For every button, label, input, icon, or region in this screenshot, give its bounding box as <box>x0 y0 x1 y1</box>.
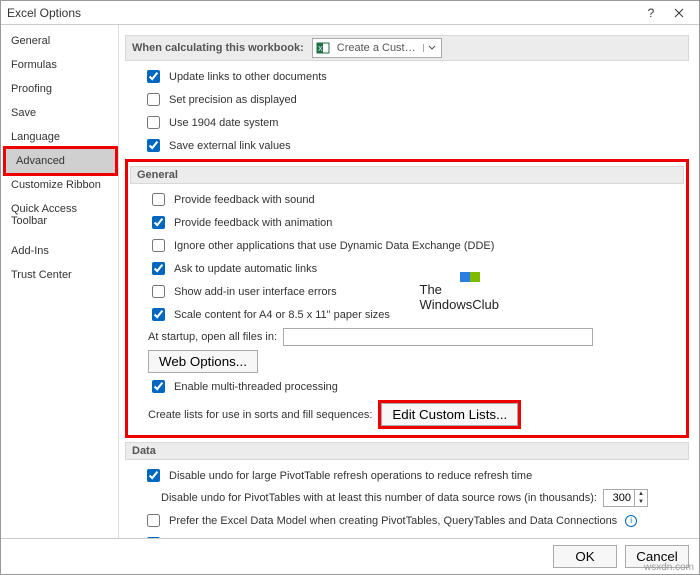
update-links-checkbox[interactable] <box>147 70 160 83</box>
sidebar-item-addins[interactable]: Add-Ins <box>1 239 118 263</box>
sidebar-item-advanced[interactable]: Advanced <box>6 149 115 173</box>
edit-custom-lists-button[interactable]: Edit Custom Lists... <box>381 403 518 426</box>
ask-update-label: Ask to update automatic links <box>174 263 317 275</box>
spin-down-icon[interactable]: ▼ <box>635 498 647 506</box>
set-precision-label: Set precision as displayed <box>169 94 297 106</box>
startup-files-label: At startup, open all files in: <box>148 331 277 343</box>
feedback-animation-checkbox[interactable] <box>152 216 165 229</box>
update-links-label: Update links to other documents <box>169 71 327 83</box>
multithread-checkbox[interactable] <box>152 380 165 393</box>
multithread-label: Enable multi-threaded processing <box>174 381 338 393</box>
scale-content-label: Scale content for A4 or 8.5 x 11" paper … <box>174 309 390 321</box>
sidebar-item-formulas[interactable]: Formulas <box>1 53 118 77</box>
dialog-footer: OK Cancel <box>1 538 699 574</box>
data-section-header: Data <box>125 442 689 460</box>
ignore-dde-label: Ignore other applications that use Dynam… <box>174 240 494 252</box>
pivot-rows-spinner[interactable]: ▲▼ <box>603 489 648 507</box>
sidebar-item-quick-access-toolbar[interactable]: Quick Access Toolbar <box>1 197 118 233</box>
web-options-button[interactable]: Web Options... <box>148 350 258 373</box>
prefer-data-model-label: Prefer the Excel Data Model when creatin… <box>169 515 617 527</box>
close-button[interactable] <box>665 3 693 23</box>
feedback-sound-label: Provide feedback with sound <box>174 194 315 206</box>
addin-errors-label: Show add-in user interface errors <box>174 286 337 298</box>
help-button[interactable]: ? <box>637 3 665 23</box>
svg-text:X: X <box>318 46 323 53</box>
excel-options-dialog: Excel Options ? General Formulas Proofin… <box>0 0 700 575</box>
disable-undo-pivot-label: Disable undo for large PivotTable refres… <box>169 470 532 482</box>
prefer-data-model-checkbox[interactable] <box>147 514 160 527</box>
general-section-highlight: General Provide feedback with sound Prov… <box>125 159 689 438</box>
sidebar-item-customize-ribbon[interactable]: Customize Ribbon <box>1 173 118 197</box>
info-icon[interactable]: i <box>625 515 637 527</box>
ask-update-checkbox[interactable] <box>152 262 165 275</box>
when-calculating-label: When calculating this workbook: <box>132 42 304 54</box>
cancel-button[interactable]: Cancel <box>625 545 689 568</box>
chevron-down-icon <box>423 44 441 52</box>
save-external-label: Save external link values <box>169 140 291 152</box>
sidebar-item-general[interactable]: General <box>1 29 118 53</box>
feedback-sound-checkbox[interactable] <box>152 193 165 206</box>
when-calculating-row: When calculating this workbook: X Create… <box>125 35 689 61</box>
spin-up-icon[interactable]: ▲ <box>635 490 647 498</box>
disable-undo-dm-checkbox[interactable] <box>147 537 160 538</box>
dialog-body: General Formulas Proofing Save Language … <box>1 25 699 538</box>
startup-files-input[interactable] <box>283 328 593 346</box>
create-lists-label: Create lists for use in sorts and fill s… <box>148 409 372 421</box>
dialog-title: Excel Options <box>7 6 637 20</box>
sidebar: General Formulas Proofing Save Language … <box>1 25 119 538</box>
general-section-header: General <box>130 166 684 184</box>
titlebar: Excel Options ? <box>1 1 699 25</box>
excel-file-icon: X <box>315 40 331 56</box>
content-pane: When calculating this workbook: X Create… <box>119 25 699 538</box>
ignore-dde-checkbox[interactable] <box>152 239 165 252</box>
scale-content-checkbox[interactable] <box>152 308 165 321</box>
sidebar-item-trust-center[interactable]: Trust Center <box>1 263 118 287</box>
workbook-dropdown[interactable]: X Create a Custom Li... <box>312 38 442 58</box>
close-icon <box>674 8 684 18</box>
use-1904-checkbox[interactable] <box>147 116 160 129</box>
use-1904-label: Use 1904 date system <box>169 117 278 129</box>
disable-undo-dm-label: Disable undo for large Data Model operat… <box>169 538 390 539</box>
pivot-rows-input[interactable] <box>604 490 634 506</box>
set-precision-checkbox[interactable] <box>147 93 160 106</box>
sidebar-item-save[interactable]: Save <box>1 101 118 125</box>
disable-undo-pivot-rows-label: Disable undo for PivotTables with at lea… <box>161 492 597 504</box>
workbook-dropdown-text: Create a Custom Li... <box>333 42 423 54</box>
sidebar-item-proofing[interactable]: Proofing <box>1 77 118 101</box>
save-external-checkbox[interactable] <box>147 139 160 152</box>
feedback-animation-label: Provide feedback with animation <box>174 217 332 229</box>
addin-errors-checkbox[interactable] <box>152 285 165 298</box>
disable-undo-pivot-checkbox[interactable] <box>147 469 160 482</box>
ok-button[interactable]: OK <box>553 545 617 568</box>
